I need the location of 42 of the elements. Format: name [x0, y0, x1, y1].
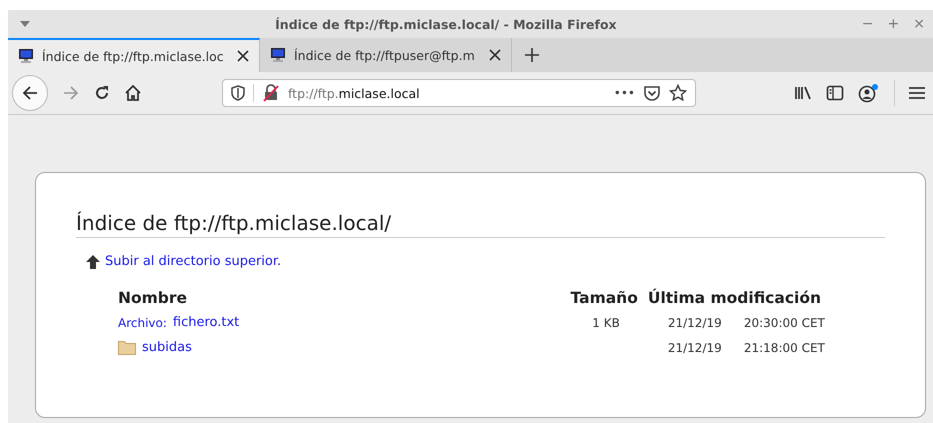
folder-icon — [118, 340, 136, 355]
caret-icon[interactable] — [20, 21, 30, 27]
back-arrow-icon — [21, 84, 39, 102]
page-actions-menu[interactable]: ••• — [614, 86, 635, 100]
file-type-label: Archivo: — [118, 316, 167, 330]
page-heading: Índice de ftp://ftp.miclase.local/ — [76, 211, 885, 238]
insecure-lock-icon[interactable] — [262, 84, 280, 102]
home-icon[interactable] — [124, 84, 142, 102]
time-text: 20:30:00 CET — [744, 316, 825, 330]
reload-icon[interactable] — [94, 85, 110, 101]
url-text[interactable]: ftp://ftp.miclase.local — [288, 86, 606, 100]
plus-icon[interactable] — [524, 47, 540, 63]
close-icon[interactable] — [237, 50, 249, 62]
sidebar-icon[interactable] — [826, 85, 844, 101]
library-icon[interactable] — [794, 85, 812, 101]
browser-tab[interactable]: Índice de ftp://ftpuser@ftp.m — [260, 38, 512, 72]
window-control[interactable]: − — [862, 16, 874, 32]
account-icon[interactable] — [858, 83, 880, 103]
address-bar[interactable]: ftp://ftp.miclase.local ••• — [222, 79, 696, 107]
star-icon[interactable] — [669, 84, 687, 102]
column-header: Nombre — [118, 289, 188, 309]
folder-link[interactable]: subidas — [142, 340, 192, 355]
file-link[interactable]: fichero.txt — [172, 315, 240, 330]
window-control[interactable]: × — [913, 16, 925, 32]
date-text: 21/12/19 — [668, 316, 722, 330]
menu-icon[interactable] — [909, 86, 925, 100]
time-text: 21:18:00 CET — [744, 340, 825, 354]
up-arrow-icon — [86, 254, 100, 268]
close-icon[interactable] — [489, 49, 501, 61]
browser-tab[interactable]: Índice de ftp://ftp.miclase.loc — [8, 38, 260, 72]
monitor-icon — [18, 48, 34, 64]
size-text: 1 KB — [592, 316, 620, 330]
back-button[interactable] — [12, 75, 48, 111]
parent-directory-link[interactable]: Subir al directorio superior. — [105, 254, 282, 269]
shield-icon[interactable] — [231, 85, 245, 101]
window-title: Índice de ftp://ftp.miclase.local/ - Mozilla Firefox — [274, 16, 618, 32]
monitor-icon — [270, 47, 286, 63]
date-text: 21/12/19 — [668, 340, 722, 354]
column-header: Tamaño — [570, 289, 639, 309]
window-control[interactable]: + — [888, 16, 900, 32]
column-header: Última modificación — [648, 289, 822, 309]
pocket-icon[interactable] — [643, 84, 661, 102]
